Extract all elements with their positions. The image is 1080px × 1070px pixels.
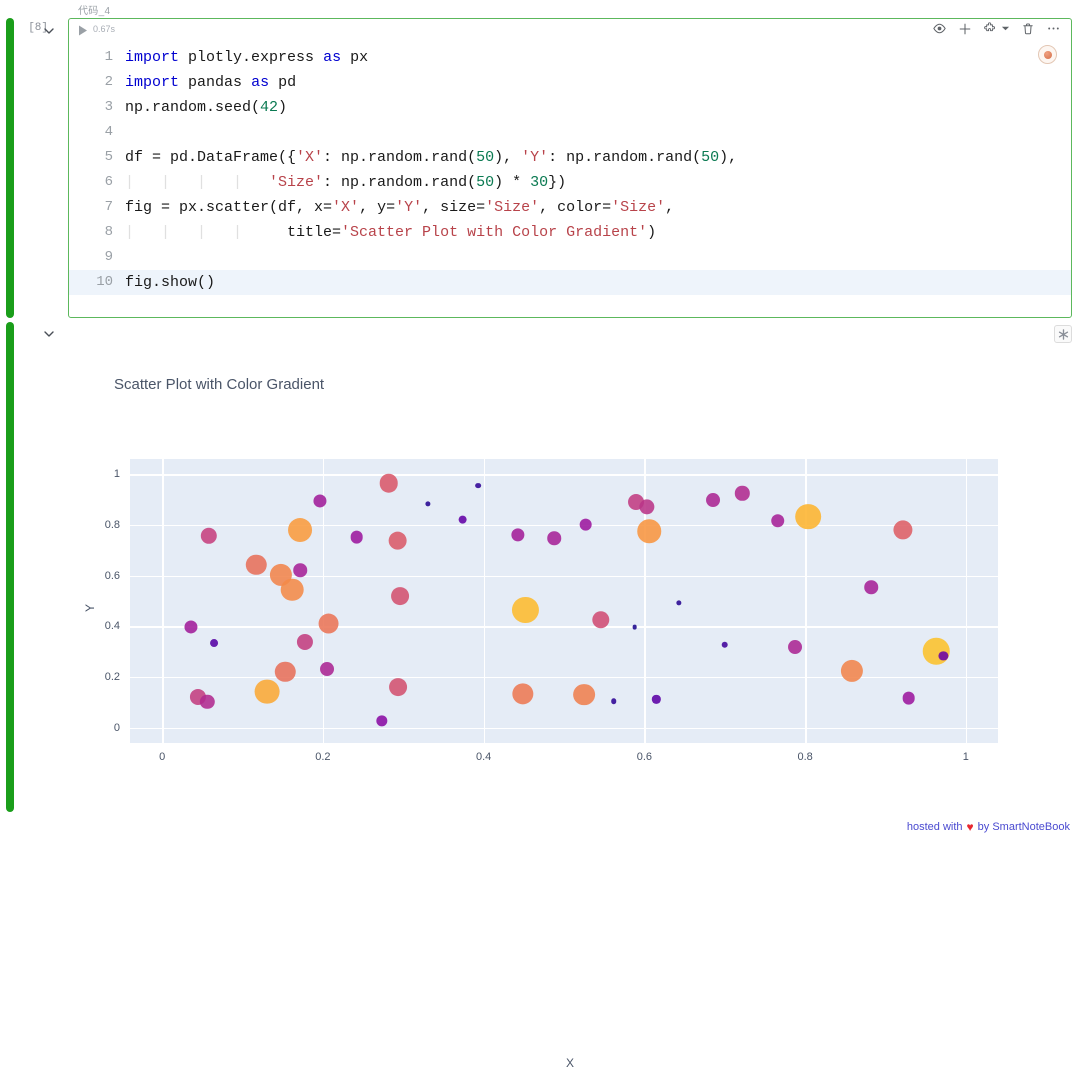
footer-prefix: hosted with bbox=[906, 821, 963, 833]
scatter-point[interactable] bbox=[288, 518, 313, 543]
y-axis-tick-label: 0.8 bbox=[104, 518, 120, 531]
line-number: 4 bbox=[104, 124, 113, 140]
scatter-point[interactable] bbox=[864, 580, 878, 595]
code-cell-toolbar: 0.67s bbox=[69, 19, 1071, 43]
x-axis-tick-label: 0.8 bbox=[797, 751, 813, 763]
scatter-point[interactable] bbox=[318, 613, 339, 635]
scatter-point[interactable] bbox=[795, 503, 822, 530]
scatter-point[interactable] bbox=[632, 624, 638, 630]
scatter-point[interactable] bbox=[391, 587, 409, 606]
y-axis-title: Y bbox=[83, 603, 98, 613]
code-line[interactable]: 4 bbox=[69, 120, 1071, 145]
grid-line-vertical bbox=[162, 459, 164, 743]
scatter-point[interactable] bbox=[721, 641, 729, 648]
x-axis-tick-label: 0.2 bbox=[315, 751, 331, 763]
plotly-figure[interactable]: Scatter Plot with Color Gradient 0 0.2 0.4… bbox=[68, 356, 1072, 786]
execution-time-label: 0.67s bbox=[93, 24, 116, 34]
chevron-down-icon[interactable] bbox=[1001, 24, 1010, 33]
scatter-point[interactable] bbox=[547, 531, 562, 545]
code-cell[interactable]: 0.67s 1 import plotly.express as px 2 impor… bbox=[68, 18, 1072, 318]
scatter-point[interactable] bbox=[281, 578, 304, 601]
scatter-point[interactable] bbox=[637, 519, 661, 543]
x-axis-tick-label: 0.6 bbox=[636, 751, 653, 763]
cell-tag-label: 代码_4 bbox=[78, 6, 111, 17]
collapse-code-cell-chevron-down-icon[interactable] bbox=[41, 23, 57, 39]
scatter-point[interactable] bbox=[255, 679, 280, 704]
code-line[interactable]: 10 fig.show() bbox=[69, 270, 1071, 295]
grid-line-horizontal bbox=[130, 474, 998, 476]
grid-line-horizontal bbox=[130, 727, 998, 730]
scatter-point[interactable] bbox=[611, 698, 617, 705]
scatter-point[interactable] bbox=[458, 515, 468, 524]
code-line[interactable]: 9 bbox=[69, 245, 1071, 270]
ellipsis-icon[interactable] bbox=[1046, 21, 1061, 36]
x-axis-tick-label: 1 bbox=[962, 751, 969, 763]
scatter-point[interactable] bbox=[771, 514, 785, 528]
eye-icon[interactable] bbox=[932, 21, 947, 36]
cell-action-icons bbox=[932, 21, 1061, 36]
scatter-point[interactable] bbox=[902, 691, 916, 705]
footer-suffix: by SmartNoteBook bbox=[977, 821, 1070, 833]
scatter-point[interactable] bbox=[579, 518, 593, 531]
puzzle-icon[interactable] bbox=[983, 21, 997, 36]
scatter-point[interactable] bbox=[210, 639, 219, 648]
y-axis-tick-label: 0.4 bbox=[104, 620, 120, 633]
grid-line-horizontal bbox=[130, 677, 998, 679]
x-axis-tick-label: 0.4 bbox=[475, 751, 492, 763]
code-line[interactable]: 7 fig = px.scatter(df, x='X', y='Y', size… bbox=[69, 195, 1071, 220]
scatter-point[interactable] bbox=[350, 530, 363, 544]
asterisk-icon[interactable] bbox=[1054, 325, 1072, 343]
grid-line-horizontal bbox=[130, 626, 998, 628]
y-axis-tick-label: 0.6 bbox=[104, 569, 120, 582]
x-axis-title: X bbox=[565, 1056, 574, 1070]
code-line[interactable]: 3 np.random.seed(42) bbox=[69, 95, 1071, 120]
line-number: 1 bbox=[104, 49, 113, 65]
code-line[interactable]: 1 import plotly.express as px bbox=[69, 45, 1071, 70]
scatter-point[interactable] bbox=[388, 531, 407, 550]
line-number: 6 bbox=[104, 174, 113, 190]
grid-line-vertical bbox=[483, 459, 486, 743]
scatter-point[interactable] bbox=[319, 662, 334, 677]
plus-icon[interactable] bbox=[958, 22, 972, 36]
code-line[interactable]: 5 df = pd.DataFrame({'X': np.random.rand(… bbox=[69, 145, 1071, 170]
scatter-point[interactable] bbox=[389, 678, 408, 697]
grid-line-horizontal bbox=[130, 524, 998, 527]
scatter-point[interactable] bbox=[787, 640, 802, 655]
grid-line-vertical bbox=[965, 459, 968, 743]
scatter-point[interactable] bbox=[475, 482, 481, 489]
footer: hosted with ♥ by SmartNoteBook bbox=[907, 820, 1070, 834]
scatter-point[interactable] bbox=[293, 563, 308, 577]
code-line[interactable]: 2 import pandas as pd bbox=[69, 70, 1071, 95]
run-cell-play-icon[interactable] bbox=[76, 24, 89, 37]
line-number: 5 bbox=[104, 149, 113, 165]
y-axis-tick-label: 0 bbox=[113, 721, 120, 734]
chart-title: Scatter Plot with Color Gradient bbox=[114, 376, 325, 393]
scatter-point[interactable] bbox=[573, 683, 595, 706]
line-number: 7 bbox=[104, 199, 113, 215]
trash-icon[interactable] bbox=[1021, 22, 1035, 36]
line-number: 9 bbox=[104, 249, 113, 265]
code-line[interactable]: 6 | | | | 'Size': np.random.rand(50) * 30… bbox=[69, 170, 1071, 195]
heart-icon: ♥ bbox=[966, 820, 974, 834]
grid-line-vertical bbox=[805, 459, 807, 743]
collapse-output-cell-chevron-down-icon[interactable] bbox=[41, 326, 57, 342]
code-cell-status-bar bbox=[6, 18, 14, 318]
code-editor-area[interactable]: 1 import plotly.express as px 2 import pand… bbox=[69, 43, 1071, 317]
line-number: 3 bbox=[104, 99, 113, 115]
y-axis-tick-label: 0.2 bbox=[104, 671, 120, 684]
grid-line-horizontal bbox=[130, 575, 998, 578]
code-line[interactable]: 8 | | | | title='Scatter Plot with Color … bbox=[69, 220, 1071, 245]
line-number: 2 bbox=[104, 74, 113, 90]
x-axis-tick-label: 0 bbox=[159, 751, 166, 763]
line-number: 10 bbox=[96, 274, 113, 290]
scatter-point[interactable] bbox=[379, 473, 399, 493]
output-cell-status-bar bbox=[6, 322, 14, 812]
scatter-point[interactable] bbox=[705, 493, 720, 508]
scatter-point[interactable] bbox=[512, 597, 539, 624]
output-cell: Scatter Plot with Color Gradient 0 0.2 0.4… bbox=[68, 322, 1072, 1070]
line-number: 8 bbox=[104, 224, 113, 240]
y-axis-tick-label: 1 bbox=[113, 468, 120, 481]
